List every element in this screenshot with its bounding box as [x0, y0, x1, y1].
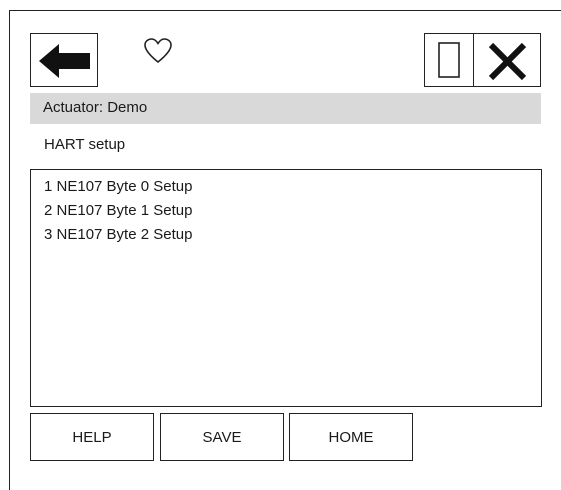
menu-list: 1 NE107 Byte 0 Setup 2 NE107 Byte 1 Setu…	[30, 169, 542, 407]
close-x-icon	[488, 42, 527, 81]
help-button[interactable]: HELP	[30, 413, 154, 461]
window-button[interactable]	[424, 33, 474, 87]
arrow-left-icon	[39, 44, 90, 78]
menu-item-ne107-byte-0[interactable]: 1 NE107 Byte 0 Setup	[44, 178, 192, 196]
menu-item-ne107-byte-2[interactable]: 3 NE107 Byte 2 Setup	[44, 226, 192, 244]
actuator-label: Actuator: Demo	[43, 99, 148, 116]
back-button[interactable]	[30, 33, 98, 87]
actuator-bar: Actuator: Demo	[30, 93, 541, 124]
save-button[interactable]: SAVE	[160, 413, 284, 461]
close-button[interactable]	[473, 33, 541, 87]
menu-item-ne107-byte-1[interactable]: 2 NE107 Byte 1 Setup	[44, 202, 192, 220]
menu-title: HART setup	[44, 136, 126, 153]
heart-outline-icon[interactable]	[143, 37, 173, 65]
home-button[interactable]: HOME	[289, 413, 413, 461]
rectangle-icon	[438, 42, 460, 78]
